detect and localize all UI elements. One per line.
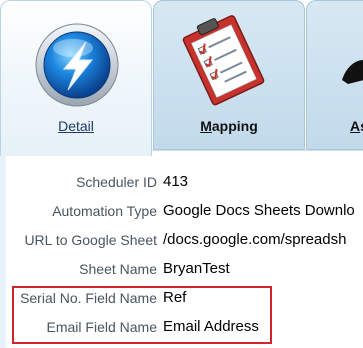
- scheduler-id-field[interactable]: 413: [162, 171, 288, 193]
- email-field-name-label: Email Field Name: [46, 319, 157, 335]
- sheet-name-row: Sheet Name BryanTest: [0, 256, 363, 282]
- email-field-name-field[interactable]: Email Address: [162, 316, 352, 338]
- sheet-name-label: Sheet Name: [79, 261, 157, 277]
- automation-type-field[interactable]: Google Docs Sheets Downlo: [162, 200, 363, 222]
- person-icon: [342, 60, 363, 84]
- automation-type-row: Automation Type Google Docs Sheets Downl…: [0, 198, 363, 224]
- tab-mapping-label: Mapping: [200, 118, 258, 134]
- scheduler-detail-window: Detail Mapping As Scheduler: [0, 0, 363, 348]
- google-sheet-url-row: URL to Google Sheet /docs.google.com/spr…: [0, 227, 363, 253]
- google-sheet-url-field[interactable]: /docs.google.com/spreadsh: [162, 229, 363, 251]
- google-sheet-url-label: URL to Google Sheet: [24, 232, 157, 248]
- scheduler-id-label: Scheduler ID: [76, 174, 157, 190]
- email-field-name-row: Email Field Name Email Address: [0, 314, 363, 340]
- serial-no-field-name-field[interactable]: Ref: [162, 287, 352, 309]
- lightning-bolt-icon: [35, 23, 119, 107]
- serial-no-field-name-row: Serial No. Field Name Ref: [0, 285, 363, 311]
- automation-type-label: Automation Type: [52, 203, 157, 219]
- sheet-name-field[interactable]: BryanTest: [162, 258, 352, 280]
- tab-detail[interactable]: Detail: [0, 0, 152, 156]
- clipboard-checklist-icon: [182, 15, 265, 106]
- scheduler-id-row: Scheduler ID 413: [0, 169, 363, 195]
- tab-assign-label: As: [350, 118, 363, 134]
- tab-detail-label: Detail: [58, 118, 94, 134]
- serial-no-field-name-label: Serial No. Field Name: [20, 290, 157, 306]
